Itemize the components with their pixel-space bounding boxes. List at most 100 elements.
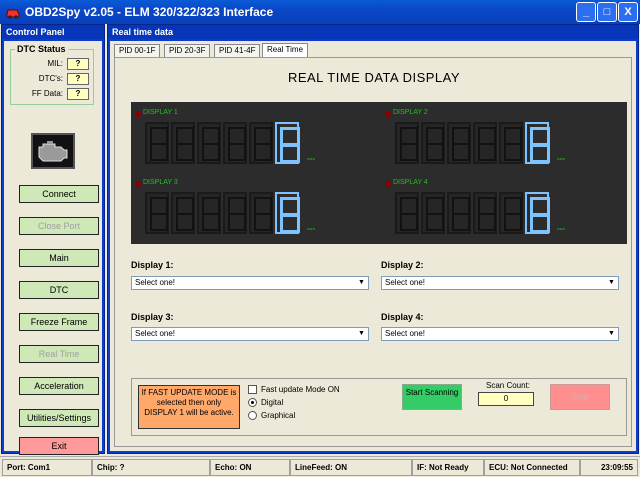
minimize-button[interactable]: _ <box>576 2 596 22</box>
digit <box>145 122 169 164</box>
digit <box>499 122 523 164</box>
fast-update-note: If FAST UPDATE MODE is selected then onl… <box>138 385 240 429</box>
display-1-select[interactable]: Select one! ▼ <box>131 276 369 290</box>
display-3: DISPLAY 3 --- <box>135 178 335 240</box>
close-button[interactable]: X <box>618 2 638 22</box>
digit-active <box>525 122 550 164</box>
chevron-down-icon[interactable]: ▼ <box>605 277 618 289</box>
status-echo: Echo: ON <box>210 459 290 476</box>
dtc-row-mil: MIL: ? <box>13 58 91 70</box>
display-unit: --- <box>307 154 315 163</box>
radio-selected-icon[interactable] <box>248 398 257 408</box>
dtc-status-group: DTC Status MIL: ? DTC's: ? FF Data: ? <box>10 44 94 105</box>
tab-page: REAL TIME DATA DISPLAY DISPLAY 1 --- DIS… <box>114 57 632 447</box>
connect-button[interactable]: Connect <box>19 185 99 203</box>
scan-controls-group: If FAST UPDATE MODE is selected then onl… <box>131 378 627 436</box>
control-panel-body: DTC Status MIL: ? DTC's: ? FF Data: ? Co… <box>4 41 102 455</box>
status-port: Port: Com1 <box>2 459 92 476</box>
display-1: DISPLAY 1 --- <box>135 108 335 170</box>
dtc-status-title: DTC Status <box>15 44 68 54</box>
dtc-value: ? <box>67 73 89 85</box>
graphical-radio[interactable]: Graphical <box>248 411 296 421</box>
display-unit: --- <box>307 224 315 233</box>
select-value: Select one! <box>385 329 426 338</box>
display-unit: --- <box>557 224 565 233</box>
digit <box>395 192 419 234</box>
app-window: OBD2Spy v2.05 - ELM 320/322/323 Interfac… <box>0 0 640 477</box>
status-led <box>385 111 391 117</box>
digit <box>171 122 195 164</box>
digit <box>171 192 195 234</box>
display-name: DISPLAY 4 <box>393 179 428 186</box>
real-time-button[interactable]: Real Time <box>19 345 99 363</box>
status-interface: IF: Not Ready <box>412 459 484 476</box>
dtc-value: ? <box>67 58 89 70</box>
digit <box>197 122 221 164</box>
scan-count-value: 0 <box>478 392 534 406</box>
display-panel: DISPLAY 1 --- DISPLAY 2 --- DISPLAY 3 --… <box>131 102 627 244</box>
status-led <box>385 181 391 187</box>
close-port-button[interactable]: Close Port <box>19 217 99 235</box>
digit <box>249 122 273 164</box>
real-time-panel: Real time data PID 00-1F PID 20-3F PID 4… <box>107 24 639 454</box>
digit <box>395 122 419 164</box>
display-4-select[interactable]: Select one! ▼ <box>381 327 619 341</box>
display-2-select[interactable]: Select one! ▼ <box>381 276 619 290</box>
dtc-value: ? <box>67 88 89 100</box>
tab-real-time[interactable]: Real Time <box>262 43 309 58</box>
display-2-label: Display 2: <box>381 260 424 270</box>
digit <box>499 192 523 234</box>
display-name: DISPLAY 2 <box>393 109 428 116</box>
main-button[interactable]: Main <box>19 249 99 267</box>
dtc-label: MIL: <box>47 59 63 68</box>
status-led <box>135 111 141 117</box>
engine-icon <box>38 141 68 162</box>
dtc-label: DTC's: <box>38 74 63 83</box>
maximize-button[interactable]: □ <box>597 2 617 22</box>
stop-scanning-button[interactable]: Stop <box>550 384 610 410</box>
digit-readout <box>395 122 555 166</box>
car-app-icon <box>6 9 20 19</box>
digit <box>473 192 497 234</box>
acceleration-button[interactable]: Acceleration <box>19 377 99 395</box>
status-linefeed: LineFeed: ON <box>290 459 412 476</box>
utilities-settings-button[interactable]: Utilities/Settings <box>19 409 99 427</box>
freeze-frame-button[interactable]: Freeze Frame <box>19 313 99 331</box>
checkbox-icon[interactable] <box>248 385 257 395</box>
digit <box>197 192 221 234</box>
graphical-label: Graphical <box>261 411 296 420</box>
digit <box>421 122 445 164</box>
status-chip: Chip: ? <box>92 459 210 476</box>
digit <box>223 192 247 234</box>
real-time-panel-body: PID 00-1F PID 20-3F PID 41-4F Real Time … <box>110 41 636 451</box>
chevron-down-icon[interactable]: ▼ <box>355 328 368 340</box>
digit <box>223 122 247 164</box>
status-ecu: ECU: Not Connected <box>484 459 580 476</box>
display-3-select[interactable]: Select one! ▼ <box>131 327 369 341</box>
digit-active <box>525 192 550 234</box>
title-bar[interactable]: OBD2Spy v2.05 - ELM 320/322/323 Interfac… <box>0 0 640 24</box>
dtc-button[interactable]: DTC <box>19 281 99 299</box>
status-time: 23:09:55 <box>580 459 638 476</box>
start-scanning-button[interactable]: Start Scanning <box>402 384 462 410</box>
chevron-down-icon[interactable]: ▼ <box>355 277 368 289</box>
check-engine-icon <box>31 133 75 169</box>
digital-label: Digital <box>261 398 284 407</box>
digit-readout <box>395 192 555 236</box>
radio-icon[interactable] <box>248 411 257 421</box>
dtc-label: FF Data: <box>31 89 63 98</box>
select-value: Select one! <box>135 329 176 338</box>
exit-button[interactable]: Exit <box>19 437 99 455</box>
dtc-row-ff-data: FF Data: ? <box>13 88 91 100</box>
fast-update-checkbox[interactable]: Fast update Mode ON <box>248 385 340 395</box>
digit <box>447 122 471 164</box>
window-title: OBD2Spy v2.05 - ELM 320/322/323 Interfac… <box>25 5 274 19</box>
tab-pid-20-3f[interactable]: PID 20-3F <box>164 44 211 57</box>
chevron-down-icon[interactable]: ▼ <box>605 328 618 340</box>
select-value: Select one! <box>385 278 426 287</box>
tab-pid-00-1f[interactable]: PID 00-1F <box>114 44 161 57</box>
status-led <box>135 181 141 187</box>
digital-radio[interactable]: Digital <box>248 398 284 408</box>
display-3-label: Display 3: <box>131 312 174 322</box>
tab-pid-41-4f[interactable]: PID 41-4F <box>214 44 261 57</box>
